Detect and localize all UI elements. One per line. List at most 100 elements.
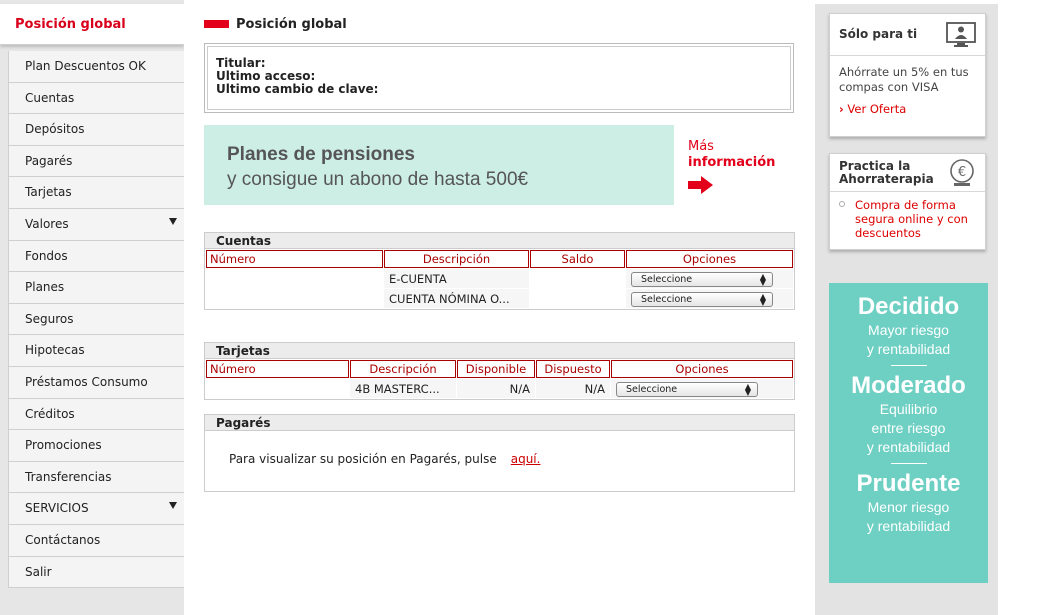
tarjetas-title: Tarjetas — [205, 343, 794, 359]
col-descripcion: Descripción — [384, 250, 529, 268]
promo-decidido-line2: y rentabilidad — [866, 341, 951, 357]
sidebar-item-valores[interactable]: Valores — [8, 208, 184, 241]
caret-down-icon[interactable] — [169, 217, 177, 225]
cell-saldo — [530, 289, 625, 308]
sidebar-item-plan-descuentos-ok[interactable]: Plan Descuentos OK — [8, 51, 184, 83]
table-row: CUENTA NÓMINA O... Seleccione ▲ ▼ — [206, 289, 793, 308]
pagares-body: Para visualizar su posición en Pagarés, … — [205, 431, 794, 491]
title-marker — [204, 20, 229, 28]
ver-oferta-label: Ver Oferta — [847, 102, 907, 116]
sidebar-item-label: Promociones — [25, 438, 102, 453]
cell-opciones: Seleccione ▲ ▼ — [626, 269, 793, 288]
sidebar-item-label: Plan Descuentos OK — [25, 59, 146, 73]
sidebar-item-label: Valores — [25, 216, 69, 231]
updown-icon: ▲ ▼ — [759, 271, 766, 287]
sidebar-item-cuentas[interactable]: Cuentas — [8, 82, 184, 115]
sidebar-item-label: Seguros — [25, 311, 74, 326]
col-numero: Número — [206, 360, 349, 378]
sidebar-item-préstamos-consumo[interactable]: Préstamos Consumo — [8, 366, 184, 399]
more-info-link[interactable]: Más información — [688, 139, 775, 171]
promo-prudente: Prudente — [856, 470, 961, 497]
col-numero: Número — [206, 250, 383, 268]
sidebar-item-tarjetas[interactable]: Tarjetas — [8, 177, 184, 209]
col-opciones: Opciones — [611, 360, 793, 378]
options-select[interactable]: Seleccione ▲ ▼ — [631, 291, 773, 307]
monitor-user-icon — [946, 22, 976, 47]
cell-saldo — [530, 269, 625, 288]
cell-opciones: Seleccione ▲ ▼ — [611, 379, 793, 398]
sidebar-header[interactable]: Posición global — [0, 4, 184, 45]
sidebar-item-depósitos[interactable]: Depósitos — [8, 114, 184, 146]
col-descripcion: Descripción — [350, 360, 456, 378]
sidebar-item-label: Hipotecas — [25, 343, 85, 358]
divider — [890, 463, 927, 464]
solo-title: Sólo para ti — [839, 27, 918, 41]
tarjetas-section: Tarjetas Número Descripción Disponible D… — [204, 342, 795, 400]
promo-decidido: Decidido — [857, 293, 960, 320]
options-select[interactable]: Seleccione ▲ ▼ — [631, 271, 773, 287]
promo-moderado-line1: Equilibrio — [879, 401, 938, 417]
sidebar-item-label: Depósitos — [25, 122, 85, 137]
sidebar-item-label: SERVICIOS — [25, 501, 89, 516]
select-value: Seleccione — [641, 293, 693, 305]
banner-headline: Planes de pensiones — [227, 144, 415, 165]
sidebar-item-label: Transferencias — [25, 469, 112, 484]
sidebar-item-planes[interactable]: Planes — [8, 272, 184, 304]
pension-banner[interactable]: Planes de pensiones y consigue un abono … — [204, 125, 674, 205]
promo-moderado-line2: entre riesgo — [871, 420, 946, 436]
sidebar-item-créditos[interactable]: Créditos — [8, 398, 184, 431]
sidebar-item-promociones[interactable]: Promociones — [8, 430, 184, 462]
ultimo-cambio-label: Ultimo cambio de clave: — [216, 82, 379, 96]
arrow-right-icon[interactable] — [688, 176, 713, 194]
ahorro-title-line2: Ahorraterapia — [839, 172, 934, 186]
promo-moderado-line3: y rentabilidad — [866, 439, 951, 455]
col-disponible: Disponible — [457, 360, 535, 378]
bullet-icon — [839, 201, 845, 207]
sidebar: Posición global Plan Descuentos OK Cuenta… — [0, 0, 184, 615]
sidebar-item-transferencias[interactable]: Transferencias — [8, 461, 184, 494]
promo-prudente-line1: Menor riesgo — [867, 499, 950, 515]
table-row: E-CUENTA Seleccione ▲ ▼ — [206, 269, 793, 288]
cell-disponible: N/A — [457, 379, 535, 398]
banner-subline: y consigue un abono de hasta 500€ — [227, 169, 529, 190]
investor-profile-promo[interactable]: Decidido Mayor riesgo y rentabilidad Mod… — [829, 283, 988, 583]
sidebar-item-label: Créditos — [25, 406, 75, 421]
col-saldo: Saldo — [530, 250, 625, 268]
sidebar-item-contáctanos[interactable]: Contáctanos — [8, 524, 184, 557]
caret-down-icon[interactable] — [169, 502, 177, 510]
sidebar-item-fondos[interactable]: Fondos — [8, 240, 184, 273]
ver-oferta-link[interactable]: › Ver Oferta — [839, 102, 976, 117]
updown-icon: ▲ ▼ — [759, 291, 766, 307]
sidebar-item-salir[interactable]: Salir — [8, 556, 184, 589]
cell-numero — [206, 289, 383, 308]
select-value: Seleccione — [641, 273, 693, 285]
promo-moderado: Moderado — [851, 372, 966, 399]
sidebar-item-hipotecas[interactable]: Hipotecas — [8, 335, 184, 367]
promo-decidido-line1: Mayor riesgo — [868, 322, 949, 338]
page-title: Posición global — [236, 17, 347, 32]
sidebar-item-label: Tarjetas — [25, 185, 72, 200]
updown-icon: ▲ ▼ — [744, 381, 751, 397]
pagares-section: Pagarés Para visualizar su posición en P… — [204, 414, 795, 492]
col-opciones: Opciones — [626, 250, 793, 268]
main-content: Posición global Titular: Ultimo acceso: … — [184, 4, 815, 615]
sidebar-item-label: Planes — [25, 280, 65, 295]
cell-descripcion: CUENTA NÓMINA O... — [384, 289, 529, 308]
sidebar-item-seguros[interactable]: Seguros — [8, 303, 184, 336]
cell-numero — [206, 269, 383, 288]
ahorro-link[interactable]: Compra de forma segura online y con desc… — [855, 198, 976, 240]
cuentas-table: Número Descripción Saldo Opciones E-CUEN… — [205, 249, 794, 309]
user-info-box: Titular: Ultimo acceso: Ultimo cambio de… — [204, 43, 794, 113]
options-select[interactable]: Seleccione ▲ ▼ — [616, 381, 758, 397]
right-panel: Sólo para ti Ahórrate un 5% en tus compa… — [815, 4, 998, 615]
promo-prudente-line2: y rentabilidad — [866, 518, 951, 534]
sidebar-item-servicios[interactable]: SERVICIOS — [8, 493, 184, 525]
sidebar-item-label: Fondos — [25, 248, 68, 263]
pagares-link[interactable]: aquí. — [511, 452, 541, 466]
ahorro-title: Practica la Ahorraterapia — [839, 160, 934, 186]
pagares-title: Pagarés — [205, 415, 794, 431]
sidebar-item-label: Salir — [25, 564, 52, 579]
col-dispuesto: Dispuesto — [536, 360, 610, 378]
sidebar-item-pagarés[interactable]: Pagarés — [8, 145, 184, 178]
cuentas-section: Cuentas Número Descripción Saldo Opcione… — [204, 232, 795, 310]
